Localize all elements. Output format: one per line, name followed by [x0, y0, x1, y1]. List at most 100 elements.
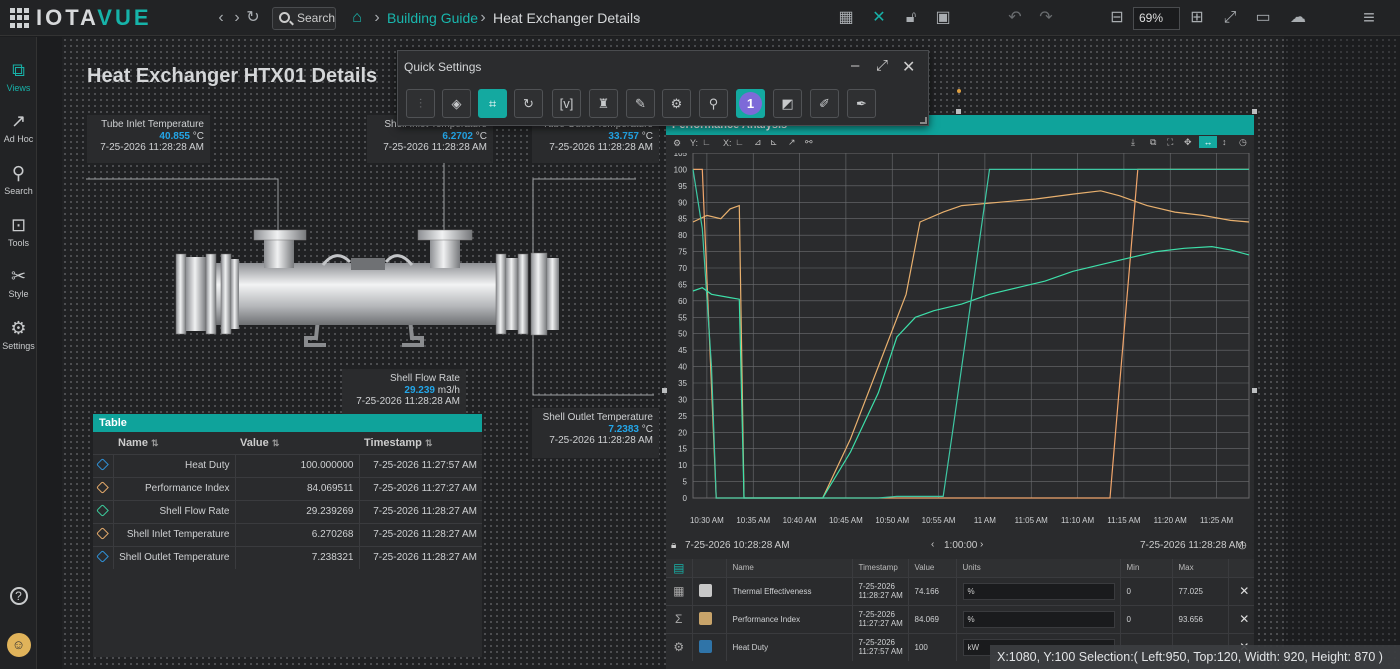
sidebar-item-views[interactable]: ⧉ Views: [0, 59, 37, 93]
variable-icon[interactable]: [v]: [552, 89, 581, 118]
series-color-swatch[interactable]: [698, 611, 712, 625]
lock-icon[interactable]: 🔒︎: [671, 540, 676, 551]
x-axis-scale-icon[interactable]: ∟: [735, 137, 744, 147]
table-row[interactable]: Shell Flow Rate 29.239269 7-25-2026 11:28:…: [93, 499, 482, 523]
select-icon[interactable]: ⌗: [478, 89, 507, 118]
sum-icon[interactable]: Σ: [666, 604, 692, 633]
home-icon[interactable]: ⌂: [346, 7, 368, 29]
legend-view-icon[interactable]: ▤: [666, 559, 692, 577]
trend-chart[interactable]: 0 5 10 15 20 25 30 35 40 45 50 55 60 65 70 75 80 85 90 95 10…: [666, 153, 1254, 533]
time-prev-icon[interactable]: ‹: [931, 539, 934, 550]
live-icon[interactable]: ◷: [1238, 540, 1247, 551]
menu-icon[interactable]: ≡: [1358, 7, 1380, 29]
maximize-icon[interactable]: ⤢: [876, 57, 888, 74]
fit-screen-icon[interactable]: ⤢: [1219, 7, 1241, 29]
scale-icon[interactable]: ⊿: [754, 137, 762, 148]
resize-handle[interactable]: [1252, 388, 1257, 393]
trend-icon[interactable]: ↗: [788, 137, 796, 148]
zoom-out-icon[interactable]: ⊟: [1106, 7, 1128, 29]
badge-button[interactable]: 1: [736, 89, 765, 118]
copy-icon[interactable]: ⧉: [1150, 137, 1156, 148]
settings-icon[interactable]: ⚙: [666, 632, 692, 661]
x-tick-label: 11 AM: [974, 516, 996, 525]
sidebar-item-settings[interactable]: ⚙ Settings: [0, 317, 37, 351]
close-icon[interactable]: ✕: [902, 57, 915, 77]
quick-settings-dialog: Quick Settings – ⤢ ✕ ⫶ ◈ ⌗ ↻ [v] ♜ ✎ ⚙ ⚲…: [397, 50, 929, 126]
fullscreen-icon[interactable]: ⛶: [1167, 137, 1173, 148]
series-color-swatch[interactable]: [698, 583, 712, 597]
remove-series-icon[interactable]: ✕: [1227, 604, 1254, 633]
breadcrumb-separator-icon: ›: [480, 9, 486, 26]
zoom-input[interactable]: 69%: [1133, 7, 1180, 30]
save-icon[interactable]: ▣: [932, 7, 954, 29]
sidebar-item-style[interactable]: ✂ Style: [0, 265, 37, 299]
export-icon[interactable]: ⤓: [1131, 137, 1135, 148]
resize-handle[interactable]: [662, 388, 667, 393]
column-header-timestamp[interactable]: Timestamp ⇅: [359, 432, 482, 454]
layers-icon[interactable]: ◈: [442, 89, 471, 118]
zoom-y-icon[interactable]: ↕: [1222, 137, 1227, 147]
unlock-icon[interactable]: 🔓︎: [900, 7, 922, 29]
table-row[interactable]: Shell Inlet Temperature 6.270268 7-25-2026…: [93, 522, 482, 546]
search-button[interactable]: Search: [272, 7, 336, 30]
table-row[interactable]: Shell Outlet Temperature 7.238321 7-25-202…: [93, 545, 482, 569]
legend-row[interactable]: ▦ Thermal Effectiveness 7-25-2026 11:28:27 …: [666, 576, 1254, 605]
edit-icon[interactable]: ✎: [626, 89, 655, 118]
undo-icon[interactable]: ↶: [1004, 7, 1026, 29]
y-axis-scale-icon[interactable]: ∟: [702, 137, 711, 147]
top-bar: IOTAVUE ‹ › ↻ Search ⌂ › Building Guide …: [0, 0, 1400, 36]
pen-icon[interactable]: ✒: [847, 89, 876, 118]
brush-icon[interactable]: ♜: [589, 89, 618, 118]
presentation-icon[interactable]: ▭: [1252, 7, 1274, 29]
app-logo[interactable]: IOTAVUE: [10, 5, 152, 30]
remove-series-icon[interactable]: ✕: [1227, 576, 1254, 605]
units-field[interactable]: %: [962, 610, 1115, 628]
rotate-handle[interactable]: [957, 89, 961, 93]
sidebar-item-adhoc[interactable]: ↗ Ad Hoc: [0, 110, 37, 144]
minimize-icon[interactable]: –: [851, 57, 859, 74]
user-avatar-icon: ☺: [6, 633, 31, 657]
script-icon[interactable]: ✐: [810, 89, 839, 118]
refresh-icon[interactable]: ↻: [242, 7, 264, 29]
chart-end-time[interactable]: 7-25-2026 11:28:28 AM: [1140, 540, 1244, 551]
gear-icon[interactable]: ⚙: [662, 89, 691, 118]
help-button[interactable]: ?: [0, 587, 37, 607]
legend-row[interactable]: Σ Performance Index 7-25-2026 11:27:27 AM 84…: [666, 604, 1254, 633]
column-header-value[interactable]: Value ⇅: [235, 432, 359, 454]
resize-grip-icon[interactable]: [920, 117, 927, 124]
table-row[interactable]: Heat Duty 100.000000 7-25-2026 11:27:57 AM: [93, 453, 482, 477]
zoom-in-icon[interactable]: ⊞: [1186, 7, 1208, 29]
readout-shell-outlet[interactable]: Shell Outlet Temperature 7.2383 °C 7-25-…: [532, 408, 659, 458]
link-icon[interactable]: ⚯: [805, 137, 813, 148]
legend-table-icon[interactable]: ▦: [666, 576, 692, 605]
table-row[interactable]: Performance Index 84.069511 7-25-2026 11:2…: [93, 476, 482, 500]
search-icon[interactable]: ⚲: [699, 89, 728, 118]
time-next-icon[interactable]: ›: [980, 539, 983, 550]
rotate-icon[interactable]: ↻: [514, 89, 543, 118]
calendar-icon[interactable]: ▦: [835, 7, 857, 29]
resize-handle[interactable]: [956, 109, 961, 114]
units-field[interactable]: %: [962, 582, 1115, 600]
chart-start-time[interactable]: 7-25-2026 10:28:28 AM: [685, 540, 790, 551]
chart-time-span[interactable]: 1:00:00: [944, 540, 977, 551]
image-edit-icon[interactable]: ◩: [773, 89, 802, 118]
history-icon[interactable]: ◷: [1239, 137, 1247, 148]
readout-unit: °C: [641, 130, 653, 142]
align-icon[interactable]: ⫶: [406, 89, 435, 118]
tools-icon[interactable]: ✕: [868, 7, 890, 29]
resize-handle[interactable]: [1252, 109, 1257, 114]
zoom-x-icon[interactable]: ↔: [1199, 136, 1217, 148]
avatar[interactable]: ☺: [0, 633, 37, 659]
breadcrumb-building-guide[interactable]: Building Guide: [387, 10, 478, 26]
sidebar-item-search[interactable]: ⚲ Search: [0, 162, 37, 196]
column-header-name[interactable]: Name ⇅: [113, 432, 235, 454]
axis-settings-icon[interactable]: ⚙: [673, 138, 681, 149]
baseline-icon[interactable]: ⊾: [770, 137, 778, 148]
readout-tube-inlet[interactable]: Tube Inlet Temperature 40.855 °C 7-25-20…: [87, 115, 210, 163]
readout-shell-flow[interactable]: Shell Flow Rate 29.239 m3/h 7-25-2026 11…: [342, 369, 466, 414]
series-color-swatch[interactable]: [698, 639, 712, 653]
pan-icon[interactable]: ✥: [1184, 137, 1192, 148]
sidebar-item-tools[interactable]: ⊡ Tools: [0, 214, 37, 248]
chat-icon[interactable]: ☁: [1287, 7, 1309, 29]
redo-icon[interactable]: ↷: [1035, 7, 1057, 29]
